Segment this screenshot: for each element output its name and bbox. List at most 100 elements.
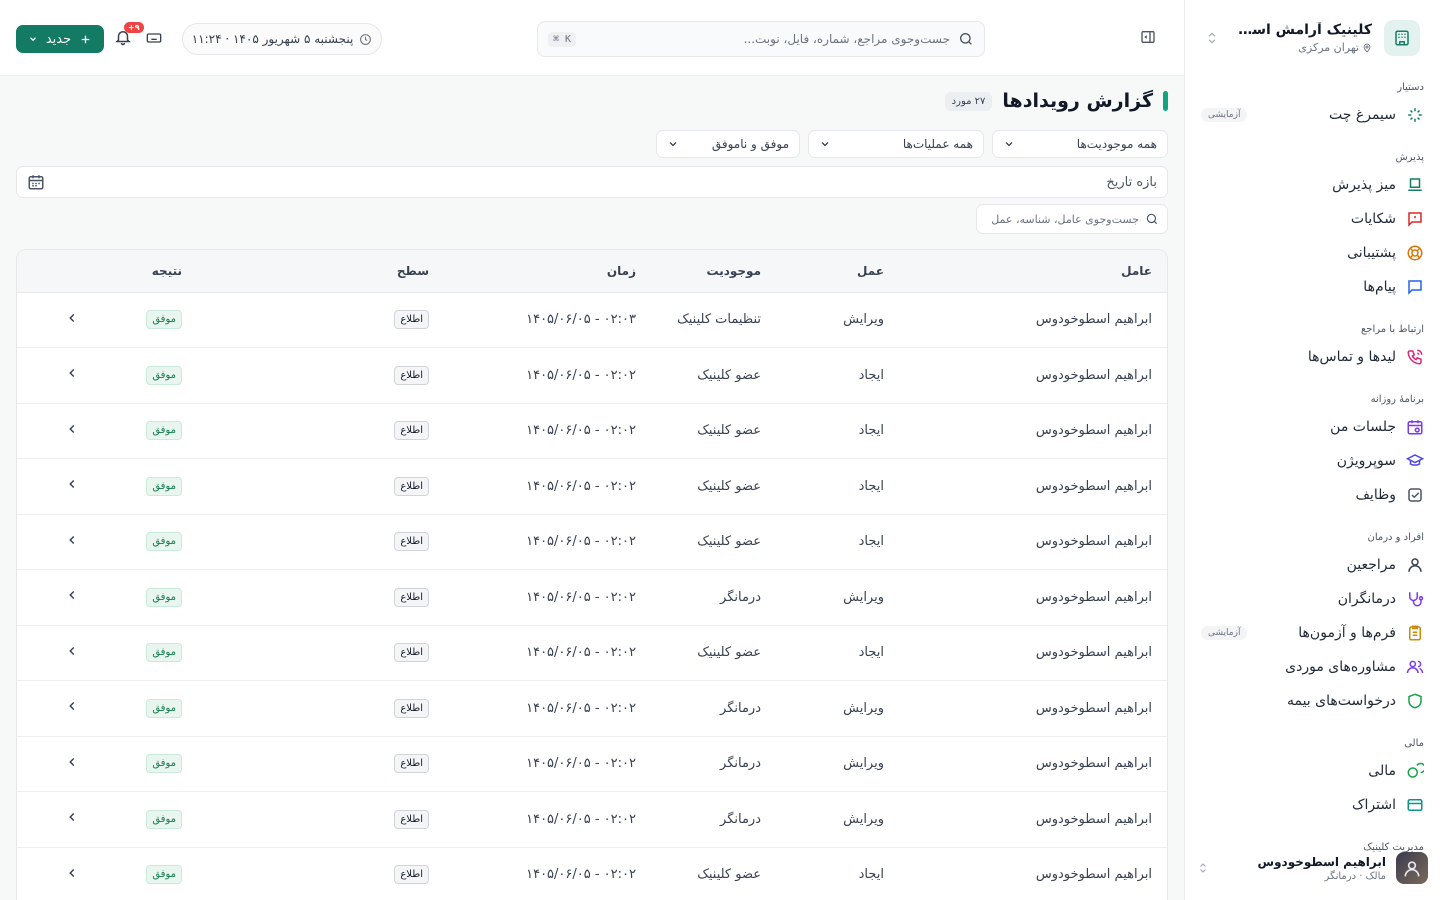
sidebar-item-therapists[interactable]: درمانگران <box>1185 582 1440 616</box>
table-row[interactable]: ابراهیم اسطوخودوس ویرایش درمانگر ۱۴۰۵/۰۶/۰۵… <box>17 570 1167 626</box>
sidebar-toggle-icon[interactable] <box>1140 29 1156 45</box>
top-bar: ⌘ K پنجشنبه ۵ شهریور ۱۴۰۵ · ۱۱:۲۴ ۹+ جدی… <box>0 0 1184 76</box>
chat-icon <box>1406 278 1424 296</box>
cell-result: موفق <box>68 459 182 515</box>
chevron-left-icon[interactable] <box>65 366 79 380</box>
entity-filter-select[interactable]: همه موجودیت‌ها <box>992 130 1168 158</box>
calendar-clock-icon <box>1406 418 1424 436</box>
status-badge: موفق <box>146 587 182 607</box>
column-header-time[interactable]: زمان <box>429 250 636 293</box>
reception-desk-icon <box>1406 176 1424 194</box>
table-search-input[interactable] <box>985 212 1139 226</box>
cell-time: ۱۴۰۵/۰۶/۰۵ - ۰۲:۰۲ <box>526 423 636 439</box>
sidebar-item-case-consultations[interactable]: مشاوره‌های موردی <box>1185 650 1440 684</box>
status-badge: موفق <box>146 532 182 552</box>
table-row[interactable]: ابراهیم اسطوخودوس ایجاد عضو کلینیک ۱۴۰۵/۰۶/… <box>17 625 1167 681</box>
search-shortcut: ⌘ K <box>548 31 577 47</box>
chevron-left-icon[interactable] <box>65 810 79 824</box>
plus-icon <box>79 33 92 46</box>
user-menu[interactable]: ابراهیم اسطوخودوس مالک · درمانگر <box>1197 848 1428 888</box>
cell-open[interactable] <box>17 403 75 459</box>
column-header-level[interactable]: سطح <box>182 250 429 293</box>
cell-entity: درمانگر <box>720 811 761 827</box>
sidebar-item-insurance[interactable]: درخواست‌های بیمه <box>1185 684 1440 718</box>
cell-open[interactable] <box>17 292 75 348</box>
chevron-left-icon[interactable] <box>65 866 79 880</box>
sidebar-item-forms[interactable]: فرم‌ها و آزمون‌ها آزمایشی <box>1185 616 1440 650</box>
table-row[interactable]: ابراهیم اسطوخودوس ویرایش درمانگر ۱۴۰۵/۰۶/۰۵… <box>17 681 1167 737</box>
column-header-actor[interactable]: عامل <box>899 250 1167 293</box>
sidebar-item-leads[interactable]: لیدها و تماس‌ها <box>1185 340 1440 374</box>
cell-open[interactable] <box>17 625 75 681</box>
cell-action: ایجاد <box>858 534 884 550</box>
chevron-left-icon[interactable] <box>65 755 79 769</box>
sidebar-item-clients[interactable]: مراجعین <box>1185 548 1440 582</box>
table-row[interactable]: ابراهیم اسطوخودوس ایجاد عضو کلینیک ۱۴۰۵/۰۶/… <box>17 348 1167 404</box>
sidebar-item-label: درخواست‌های بیمه <box>1286 693 1396 709</box>
chevron-left-icon[interactable] <box>65 699 79 713</box>
search-input[interactable] <box>584 32 950 46</box>
column-header-action[interactable]: عمل <box>761 250 899 293</box>
date-range-picker[interactable]: بازه تاریخ <box>16 166 1168 198</box>
table-row[interactable]: ابراهیم اسطوخودوس ایجاد عضو کلینیک ۱۴۰۵/۰۶/… <box>17 847 1167 900</box>
cell-open[interactable] <box>17 792 75 848</box>
column-header-result[interactable]: نتیجه <box>68 250 182 293</box>
clinic-switcher[interactable]: کلینیک آرامش اسطوخو... تهران مرکزی <box>1205 14 1420 62</box>
cell-open[interactable] <box>17 348 75 404</box>
table-row[interactable]: ابراهیم اسطوخودوس ایجاد عضو کلینیک ۱۴۰۵/۰۶/… <box>17 403 1167 459</box>
sidebar-item-reception-desk[interactable]: میز پذیرش <box>1185 168 1440 202</box>
sidebar-item-support[interactable]: پشتیبانی <box>1185 236 1440 270</box>
notification-count-badge: ۹+ <box>124 22 144 33</box>
operation-filter-select[interactable]: همه عملیات‌ها <box>808 130 984 158</box>
table-row[interactable]: ابراهیم اسطوخودوس ایجاد عضو کلینیک ۱۴۰۵/۰۶/… <box>17 514 1167 570</box>
cell-level: اطلاع <box>182 847 429 900</box>
calendar-icon[interactable] <box>27 173 45 191</box>
current-datetime: پنجشنبه ۵ شهریور ۱۴۰۵ · ۱۱:۲۴ <box>182 23 382 55</box>
cell-entity: عضو کلینیک <box>697 423 761 439</box>
chevron-up-down-icon[interactable] <box>1205 31 1219 45</box>
chevron-left-icon[interactable] <box>65 533 79 547</box>
sidebar-item-messages[interactable]: پیام‌ها <box>1185 270 1440 304</box>
keyboard-shortcuts-icon[interactable] <box>146 30 162 46</box>
chevron-left-icon[interactable] <box>65 422 79 436</box>
cell-open[interactable] <box>17 681 75 737</box>
cell-open[interactable] <box>17 736 75 792</box>
clinic-city: تهران مرکزی <box>1298 41 1359 54</box>
table-row[interactable]: ابراهیم اسطوخودوس ویرایش درمانگر ۱۴۰۵/۰۶/۰۵… <box>17 736 1167 792</box>
table-row[interactable]: ابراهیم اسطوخودوس ایجاد عضو کلینیک ۱۴۰۵/۰۶/… <box>17 459 1167 515</box>
cell-open[interactable] <box>17 514 75 570</box>
nav-section-assistant: دستیار <box>1397 82 1424 93</box>
sidebar-item-supervision[interactable]: سوپرویژن <box>1185 444 1440 478</box>
cell-time: ۱۴۰۵/۰۶/۰۵ - ۰۲:۰۲ <box>526 534 636 550</box>
global-search[interactable]: ⌘ K <box>537 21 985 57</box>
cell-time: ۱۴۰۵/۰۶/۰۵ - ۰۲:۰۲ <box>526 478 636 494</box>
chevron-left-icon[interactable] <box>65 644 79 658</box>
table-search[interactable] <box>976 204 1168 234</box>
table-row[interactable]: ابراهیم اسطوخودوس ویرایش درمانگر ۱۴۰۵/۰۶/۰۵… <box>17 792 1167 848</box>
sidebar-item-my-sessions[interactable]: جلسات من <box>1185 410 1440 444</box>
cell-open[interactable] <box>17 570 75 626</box>
sidebar-item-simorgh-chat[interactable]: سیمرغ چت آزمایشی <box>1185 98 1440 132</box>
level-badge: اطلاع <box>394 476 429 496</box>
table-row[interactable]: ابراهیم اسطوخودوس ویرایش تنظیمات کلینیک ۱۴۰… <box>17 292 1167 348</box>
new-button-label: جدید <box>45 31 72 47</box>
chevron-left-icon[interactable] <box>65 477 79 491</box>
alert-message-icon <box>1406 210 1424 228</box>
cell-actor: ابراهیم اسطوخودوس <box>1035 811 1152 827</box>
chevron-left-icon[interactable] <box>65 311 79 325</box>
new-button[interactable]: جدید <box>16 25 104 53</box>
main-content: گزارش رویدادها ۲۷ مورد همه موجودیت‌ها هم… <box>0 76 1184 900</box>
sidebar-item-finance[interactable]: مالی <box>1185 754 1440 788</box>
chevron-up-down-icon[interactable] <box>1197 862 1209 874</box>
clinic-building-icon <box>1384 20 1420 56</box>
sidebar-item-complaints[interactable]: شکایات <box>1185 202 1440 236</box>
status-filter-select[interactable]: موفق و ناموفق <box>656 130 800 158</box>
sidebar-item-subscription[interactable]: اشتراک <box>1185 788 1440 822</box>
cell-open[interactable] <box>17 847 75 900</box>
chevron-left-icon[interactable] <box>65 588 79 602</box>
cell-open[interactable] <box>17 459 75 515</box>
sidebar-item-tasks[interactable]: وظایف <box>1185 478 1440 512</box>
notifications-button[interactable]: ۹+ <box>114 22 144 46</box>
column-header-entity[interactable]: موجودیت <box>636 250 761 293</box>
nav-section-people: افراد و درمان <box>1367 532 1424 543</box>
